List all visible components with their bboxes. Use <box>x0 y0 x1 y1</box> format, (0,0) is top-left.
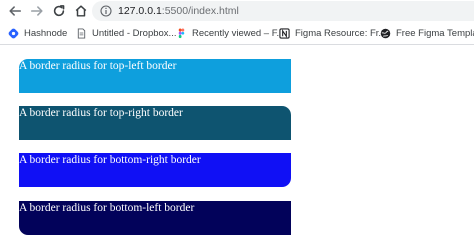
home-icon <box>75 5 87 17</box>
site-info-icon[interactable] <box>100 5 112 17</box>
bookmark-hashnode[interactable]: Hashnode <box>8 26 67 40</box>
bookmark-figma-recent[interactable]: Recently viewed – F... <box>176 26 284 40</box>
bookmark-label: Hashnode <box>24 27 68 39</box>
notion-icon <box>279 27 290 39</box>
reload-icon <box>53 5 65 17</box>
globe-icon <box>380 28 391 38</box>
address-bar[interactable]: 127.0.0.1:5500/index.html <box>92 1 474 21</box>
home-button[interactable] <box>72 2 90 20</box>
arrow-left-icon <box>9 6 22 16</box>
bottom-left-radius-box: A border radius for bottom-left border <box>19 201 291 235</box>
bookmark-dropbox[interactable]: Untitled - Dropbox... <box>76 26 176 40</box>
bookmark-label: Figma Resource: Fr... <box>295 27 387 39</box>
back-button[interactable] <box>6 2 24 20</box>
bookmarks-bar: Hashnode Untitled - Dropbox... Recently … <box>0 22 474 45</box>
browser-chrome: 127.0.0.1:5500/index.html Hashnode Untit… <box>0 0 474 47</box>
hashnode-icon <box>8 28 19 38</box>
bookmark-label: Recently viewed – F... <box>192 27 285 39</box>
bookmark-figma-resource[interactable]: Figma Resource: Fr... <box>279 26 386 40</box>
top-right-radius-box: A border radius for top-right border <box>19 106 291 140</box>
document-icon <box>77 27 86 39</box>
address-url: 127.0.0.1:5500/index.html <box>118 5 239 17</box>
bottom-right-radius-box: A border radius for bottom-right border <box>19 153 291 187</box>
top-left-radius-box: A border radius for top-left border <box>19 59 291 93</box>
url-path: :5500/index.html <box>161 5 239 17</box>
forward-button[interactable] <box>28 2 46 20</box>
reload-button[interactable] <box>50 2 68 20</box>
bookmark-free-figma[interactable]: Free Figma Templat... <box>380 26 474 40</box>
page-content: A border radius for top-left border A bo… <box>0 45 474 248</box>
bookmark-label: Untitled - Dropbox... <box>92 27 177 39</box>
bookmark-label: Free Figma Templat... <box>396 27 474 39</box>
url-host: 127.0.0.1 <box>118 5 162 17</box>
arrow-right-icon <box>30 6 43 16</box>
browser-toolbar: 127.0.0.1:5500/index.html <box>0 0 474 22</box>
figma-icon <box>178 27 185 38</box>
